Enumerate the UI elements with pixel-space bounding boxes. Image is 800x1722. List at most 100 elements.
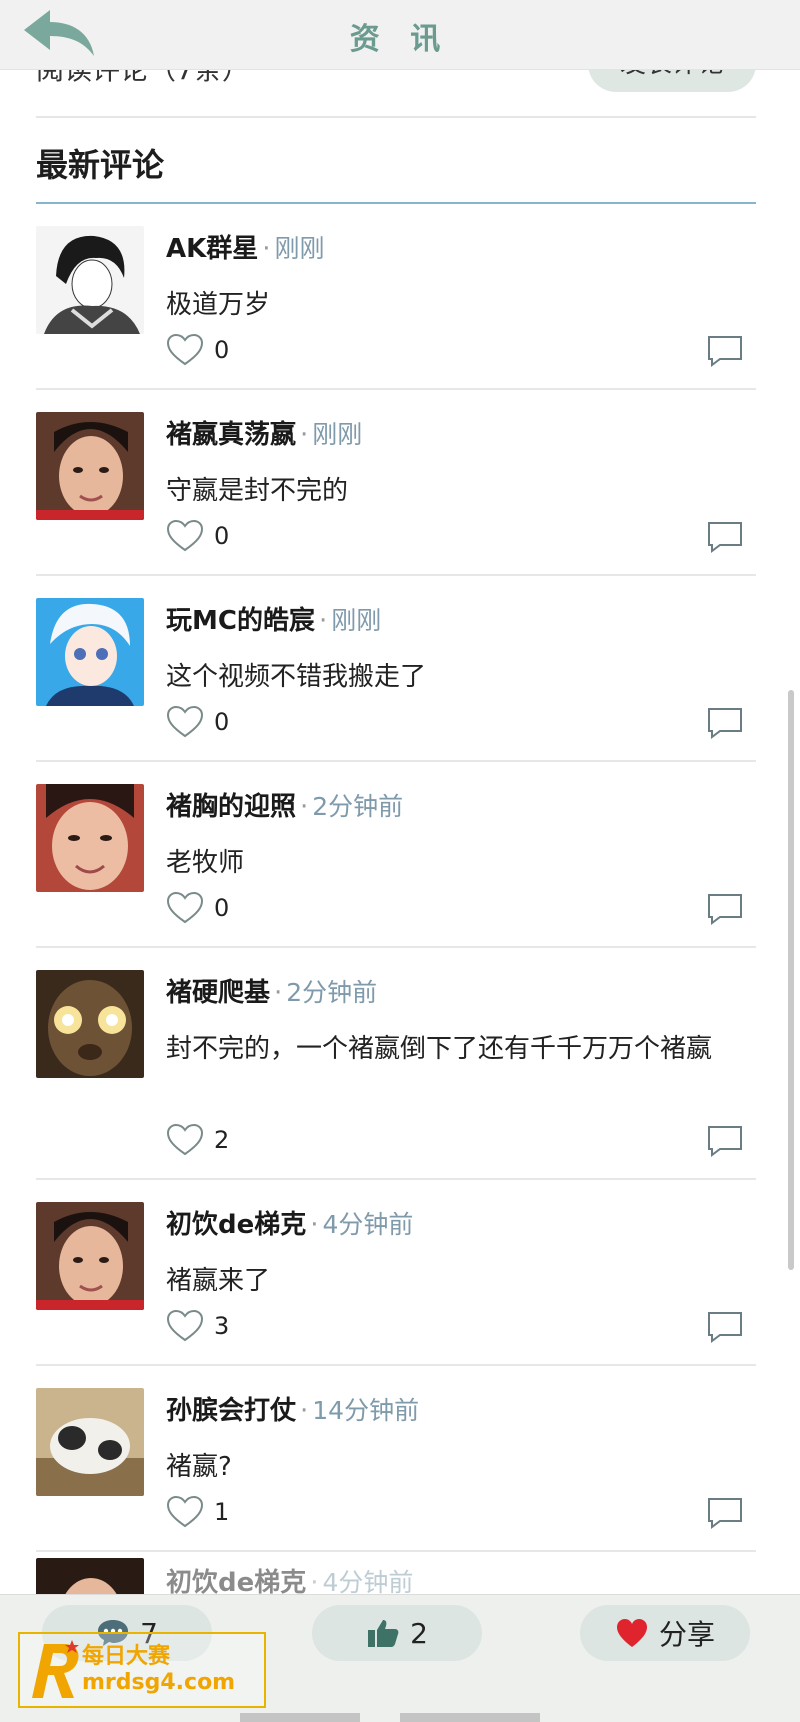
- separator-dot: ·: [300, 792, 309, 822]
- page-title: 资 讯: [349, 22, 451, 57]
- thumbs-up-icon: [368, 1620, 399, 1647]
- separator-dot: ·: [310, 1210, 319, 1240]
- heart-outline-icon: [166, 1123, 204, 1156]
- like-count: 0: [214, 336, 230, 364]
- share-label: 分享: [658, 1618, 715, 1651]
- divider: [36, 116, 756, 118]
- reply-button[interactable]: [706, 520, 744, 554]
- watermark-url: mrdsg4.com: [82, 1670, 236, 1695]
- avatar[interactable]: [36, 1202, 144, 1310]
- avatar-image: [36, 226, 144, 334]
- reply-button[interactable]: [706, 892, 744, 926]
- comment-header: 褚硬爬基 · 2分钟前: [166, 972, 377, 1009]
- comment-header: 初饮de梯克 · 4分钟前: [166, 1204, 413, 1241]
- heart-filled-icon: [616, 1619, 647, 1647]
- separator-dot: ·: [318, 606, 328, 636]
- reply-button[interactable]: [706, 706, 744, 740]
- comment-list: AK群星 · 刚刚 极道万岁 0 褚嬴真荡嬴 · 刚刚 守嬴是封不完的 0 玩M…: [36, 204, 756, 1612]
- bottom-handle-right: [400, 1713, 540, 1722]
- like-count: 0: [214, 708, 230, 736]
- comment-item: 孙膑会打仗 · 14分钟前 褚嬴? 1: [36, 1366, 756, 1552]
- like-count: 0: [214, 894, 230, 922]
- timestamp: 2分钟前: [312, 792, 404, 821]
- article-like-count: 2: [410, 1616, 428, 1650]
- comment-item: 初饮de梯克 · 4分钟前 褚嬴来了 3: [36, 1180, 756, 1366]
- avatar[interactable]: [36, 598, 144, 706]
- like-button[interactable]: 0: [166, 516, 229, 556]
- share-button[interactable]: 分享: [580, 1605, 750, 1661]
- comment-header: 褚胸的迎照 · 2分钟前: [166, 786, 403, 823]
- timestamp: 14分钟前: [312, 1396, 420, 1425]
- username[interactable]: 初饮de梯克: [166, 1210, 306, 1240]
- bottom-handle-left: [240, 1713, 360, 1722]
- comment-bubble-icon: [708, 336, 742, 367]
- watermark: 每日大赛 mrdsg4.com: [18, 1632, 266, 1708]
- heart-outline-icon: [166, 333, 204, 366]
- like-button[interactable]: 0: [166, 702, 229, 742]
- avatar[interactable]: [36, 226, 144, 334]
- timestamp: 4分钟前: [322, 1210, 414, 1239]
- reply-button[interactable]: [706, 1310, 744, 1344]
- avatar[interactable]: [36, 1388, 144, 1496]
- comment-bubble-icon: [708, 708, 742, 739]
- like-count: 2: [214, 1126, 230, 1154]
- comment-header: 玩MC的皓宸 · 刚刚: [166, 600, 381, 637]
- username[interactable]: 玩MC的皓宸: [166, 606, 315, 636]
- comment-bubble-icon: [708, 1126, 742, 1157]
- like-button[interactable]: 0: [166, 330, 229, 370]
- comment-item: 褚硬爬基 · 2分钟前 封不完的，一个褚嬴倒下了还有千千万万个褚嬴 2: [36, 948, 756, 1180]
- comment-text: 褚嬴来了: [166, 1266, 271, 1296]
- avatar[interactable]: [36, 970, 144, 1078]
- comment-bubble-icon: [708, 1312, 742, 1343]
- heart-outline-icon: [166, 519, 204, 552]
- like-button[interactable]: 1: [166, 1492, 229, 1532]
- like-article-button[interactable]: 2: [312, 1605, 482, 1661]
- scrollbar[interactable]: [788, 690, 794, 1270]
- comment-text: 老牧师: [166, 848, 245, 878]
- reply-button[interactable]: [706, 1496, 744, 1530]
- separator-dot: ·: [300, 420, 309, 450]
- comment-bubble-icon: [708, 522, 742, 553]
- like-button[interactable]: 0: [166, 888, 229, 928]
- username[interactable]: 褚硬爬基: [166, 978, 270, 1008]
- username[interactable]: 褚胸的迎照: [166, 792, 296, 822]
- reply-button[interactable]: [706, 334, 744, 368]
- heart-outline-icon: [166, 891, 204, 924]
- heart-outline-icon: [166, 1309, 204, 1342]
- username[interactable]: 孙膑会打仗: [166, 1396, 296, 1426]
- avatar[interactable]: [36, 784, 144, 892]
- comment-header: 褚嬴真荡嬴 · 刚刚: [166, 414, 362, 451]
- separator-dot: ·: [274, 978, 283, 1008]
- username[interactable]: 褚嬴真荡嬴: [166, 420, 296, 450]
- comment-item: 褚胸的迎照 · 2分钟前 老牧师 0: [36, 762, 756, 948]
- timestamp: 4分钟前: [322, 1568, 414, 1597]
- comment-text: 守嬴是封不完的: [166, 476, 349, 506]
- timestamp: 刚刚: [312, 420, 363, 449]
- top-bar: 资 讯: [0, 0, 800, 70]
- comment-header: AK群星 · 刚刚: [166, 228, 325, 265]
- timestamp: 刚刚: [274, 234, 325, 263]
- username[interactable]: AK群星: [166, 234, 258, 264]
- avatar-image: [36, 1202, 144, 1310]
- separator-dot: ·: [262, 234, 271, 264]
- heart-outline-icon: [166, 705, 204, 738]
- like-count: 3: [214, 1312, 230, 1340]
- reply-button[interactable]: [706, 1124, 744, 1158]
- avatar-image: [36, 412, 144, 520]
- watermark-title: 每日大赛: [82, 1644, 171, 1669]
- avatar-image: [36, 1388, 144, 1496]
- comment-bubble-icon: [708, 1498, 742, 1529]
- section-title: 最新评论: [36, 146, 165, 184]
- avatar[interactable]: [36, 412, 144, 520]
- comment-text: 封不完的，一个褚嬴倒下了还有千千万万个褚嬴: [166, 1034, 713, 1064]
- like-button[interactable]: 3: [166, 1306, 229, 1346]
- watermark-logo-icon: [32, 1640, 79, 1698]
- like-count: 1: [214, 1498, 230, 1526]
- comment-text: 极道万岁: [166, 290, 271, 320]
- avatar-image: [36, 784, 144, 892]
- comment-item: 玩MC的皓宸 · 刚刚 这个视频不错我搬走了 0: [36, 576, 756, 762]
- timestamp: 2分钟前: [286, 978, 378, 1007]
- timestamp: 刚刚: [331, 606, 382, 635]
- avatar-image: [36, 598, 144, 706]
- like-button[interactable]: 2: [166, 1120, 229, 1160]
